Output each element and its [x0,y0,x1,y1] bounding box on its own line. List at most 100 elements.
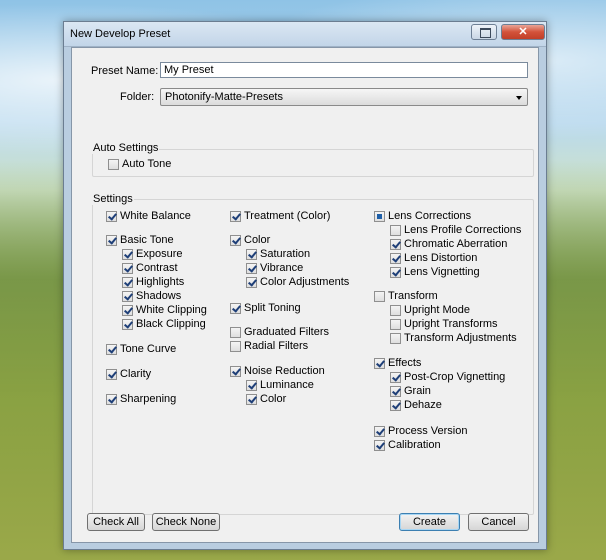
checkbox-box[interactable] [390,304,401,316]
checkbox-box[interactable] [374,439,385,451]
preset-name-input[interactable] [160,62,528,78]
setting-checkbox-contrast[interactable]: Contrast [122,262,178,274]
setting-checkbox-saturation[interactable]: Saturation [246,248,310,260]
check-all-button[interactable]: Check All [87,513,145,531]
setting-label: Dehaze [404,399,442,411]
checkbox-box[interactable] [390,371,401,383]
setting-checkbox-vibrance[interactable]: Vibrance [246,262,303,274]
close-button[interactable]: ✕ [501,24,545,40]
setting-label: Lens Corrections [388,210,472,222]
setting-checkbox-split-toning[interactable]: Split Toning [230,302,301,314]
checkbox-box[interactable] [390,399,401,411]
checkbox-box[interactable] [230,340,241,352]
setting-checkbox-shadows[interactable]: Shadows [122,290,181,302]
title-bar[interactable]: New Develop Preset ✕ [64,22,546,47]
setting-checkbox-transform-adjustments[interactable]: Transform Adjustments [390,332,517,344]
setting-label: Upright Transforms [404,318,498,330]
setting-checkbox-lens-vignetting[interactable]: Lens Vignetting [390,266,480,278]
checkbox-box[interactable] [374,290,385,302]
checkbox-box[interactable] [230,302,241,314]
setting-label: Lens Vignetting [404,266,480,278]
checkbox-box[interactable] [230,326,241,338]
checkbox-box[interactable] [106,368,117,380]
setting-checkbox-transform[interactable]: Transform [374,290,438,302]
cancel-button[interactable]: Cancel [468,513,529,531]
checkbox-box[interactable] [246,262,257,274]
setting-checkbox-upright-mode[interactable]: Upright Mode [390,304,470,316]
setting-checkbox-highlights[interactable]: Highlights [122,276,184,288]
setting-checkbox-basic-tone[interactable]: Basic Tone [106,234,174,246]
checkbox-box[interactable] [106,343,117,355]
setting-checkbox-effects[interactable]: Effects [374,357,421,369]
setting-checkbox-radial-filters[interactable]: Radial Filters [230,340,308,352]
setting-checkbox-color[interactable]: Color [246,393,286,405]
setting-checkbox-post-crop-vignetting[interactable]: Post-Crop Vignetting [390,371,505,383]
checkbox-box[interactable] [390,238,401,250]
checkbox-box[interactable] [390,332,401,344]
setting-label: Graduated Filters [244,326,329,338]
setting-checkbox-lens-profile-corrections[interactable]: Lens Profile Corrections [390,224,521,236]
setting-label: Exposure [136,248,183,260]
setting-label: Saturation [260,248,311,260]
check-none-button[interactable]: Check None [152,513,220,531]
checkbox-box[interactable] [122,304,133,316]
setting-checkbox-color-adjustments[interactable]: Color Adjustments [246,276,349,288]
setting-checkbox-sharpening[interactable]: Sharpening [106,393,176,405]
checkbox-box[interactable] [106,234,117,246]
setting-checkbox-clarity[interactable]: Clarity [106,368,151,380]
setting-checkbox-white-clipping[interactable]: White Clipping [122,304,207,316]
checkbox-box[interactable] [230,365,241,377]
setting-checkbox-exposure[interactable]: Exposure [122,248,182,260]
setting-checkbox-white-balance[interactable]: White Balance [106,210,191,222]
checkbox-box[interactable] [122,290,133,302]
setting-label: Treatment (Color) [244,210,331,222]
checkbox-box[interactable] [122,248,133,260]
setting-label: Tone Curve [120,343,177,355]
setting-checkbox-noise-reduction[interactable]: Noise Reduction [230,365,325,377]
create-button[interactable]: Create [399,513,460,531]
dialog-body: Preset Name: Folder: Photonify-Matte-Pre… [71,47,539,543]
setting-checkbox-tone-curve[interactable]: Tone Curve [106,343,176,355]
checkbox-box[interactable] [390,224,401,236]
setting-label: Highlights [136,276,185,288]
checkbox-box[interactable] [374,357,385,369]
checkbox-box[interactable] [390,252,401,264]
checkbox-box[interactable] [230,234,241,246]
checkbox-box[interactable] [246,379,257,391]
setting-checkbox-lens-distortion[interactable]: Lens Distortion [390,252,477,264]
setting-checkbox-luminance[interactable]: Luminance [246,379,314,391]
checkbox-box[interactable] [246,248,257,260]
checkbox-box[interactable] [106,393,117,405]
checkbox-box[interactable] [106,210,117,222]
setting-checkbox-color[interactable]: Color [230,234,270,246]
checkbox-box[interactable] [108,158,119,170]
folder-select[interactable]: Photonify-Matte-Presets [160,88,528,106]
setting-checkbox-process-version[interactable]: Process Version [374,425,467,437]
settings-title: Settings [92,193,134,205]
setting-checkbox-dehaze[interactable]: Dehaze [390,399,442,411]
setting-label: Split Toning [244,302,301,314]
checkbox-box[interactable] [122,262,133,274]
checkbox-box[interactable] [390,385,401,397]
checkbox-box[interactable] [246,276,257,288]
checkbox-box[interactable] [122,318,133,330]
checkbox-box[interactable] [122,276,133,288]
checkbox-box[interactable] [246,393,257,405]
auto-tone-checkbox[interactable]: Auto Tone [108,158,171,170]
setting-checkbox-calibration[interactable]: Calibration [374,439,441,451]
checkbox-box[interactable] [390,318,401,330]
setting-checkbox-treatment-color[interactable]: Treatment (Color) [230,210,330,222]
setting-checkbox-upright-transforms[interactable]: Upright Transforms [390,318,498,330]
setting-checkbox-graduated-filters[interactable]: Graduated Filters [230,326,329,338]
setting-label: White Clipping [136,304,207,316]
restore-button[interactable] [471,24,497,40]
setting-checkbox-chromatic-aberration[interactable]: Chromatic Aberration [390,238,507,250]
setting-checkbox-grain[interactable]: Grain [390,385,431,397]
checkbox-box[interactable] [230,210,241,222]
setting-checkbox-black-clipping[interactable]: Black Clipping [122,318,206,330]
checkbox-box[interactable] [390,266,401,278]
dialog-title: New Develop Preset [70,28,171,40]
checkbox-box[interactable] [374,425,385,437]
setting-checkbox-lens-corrections[interactable]: Lens Corrections [374,210,471,222]
checkbox-box[interactable] [374,210,385,222]
